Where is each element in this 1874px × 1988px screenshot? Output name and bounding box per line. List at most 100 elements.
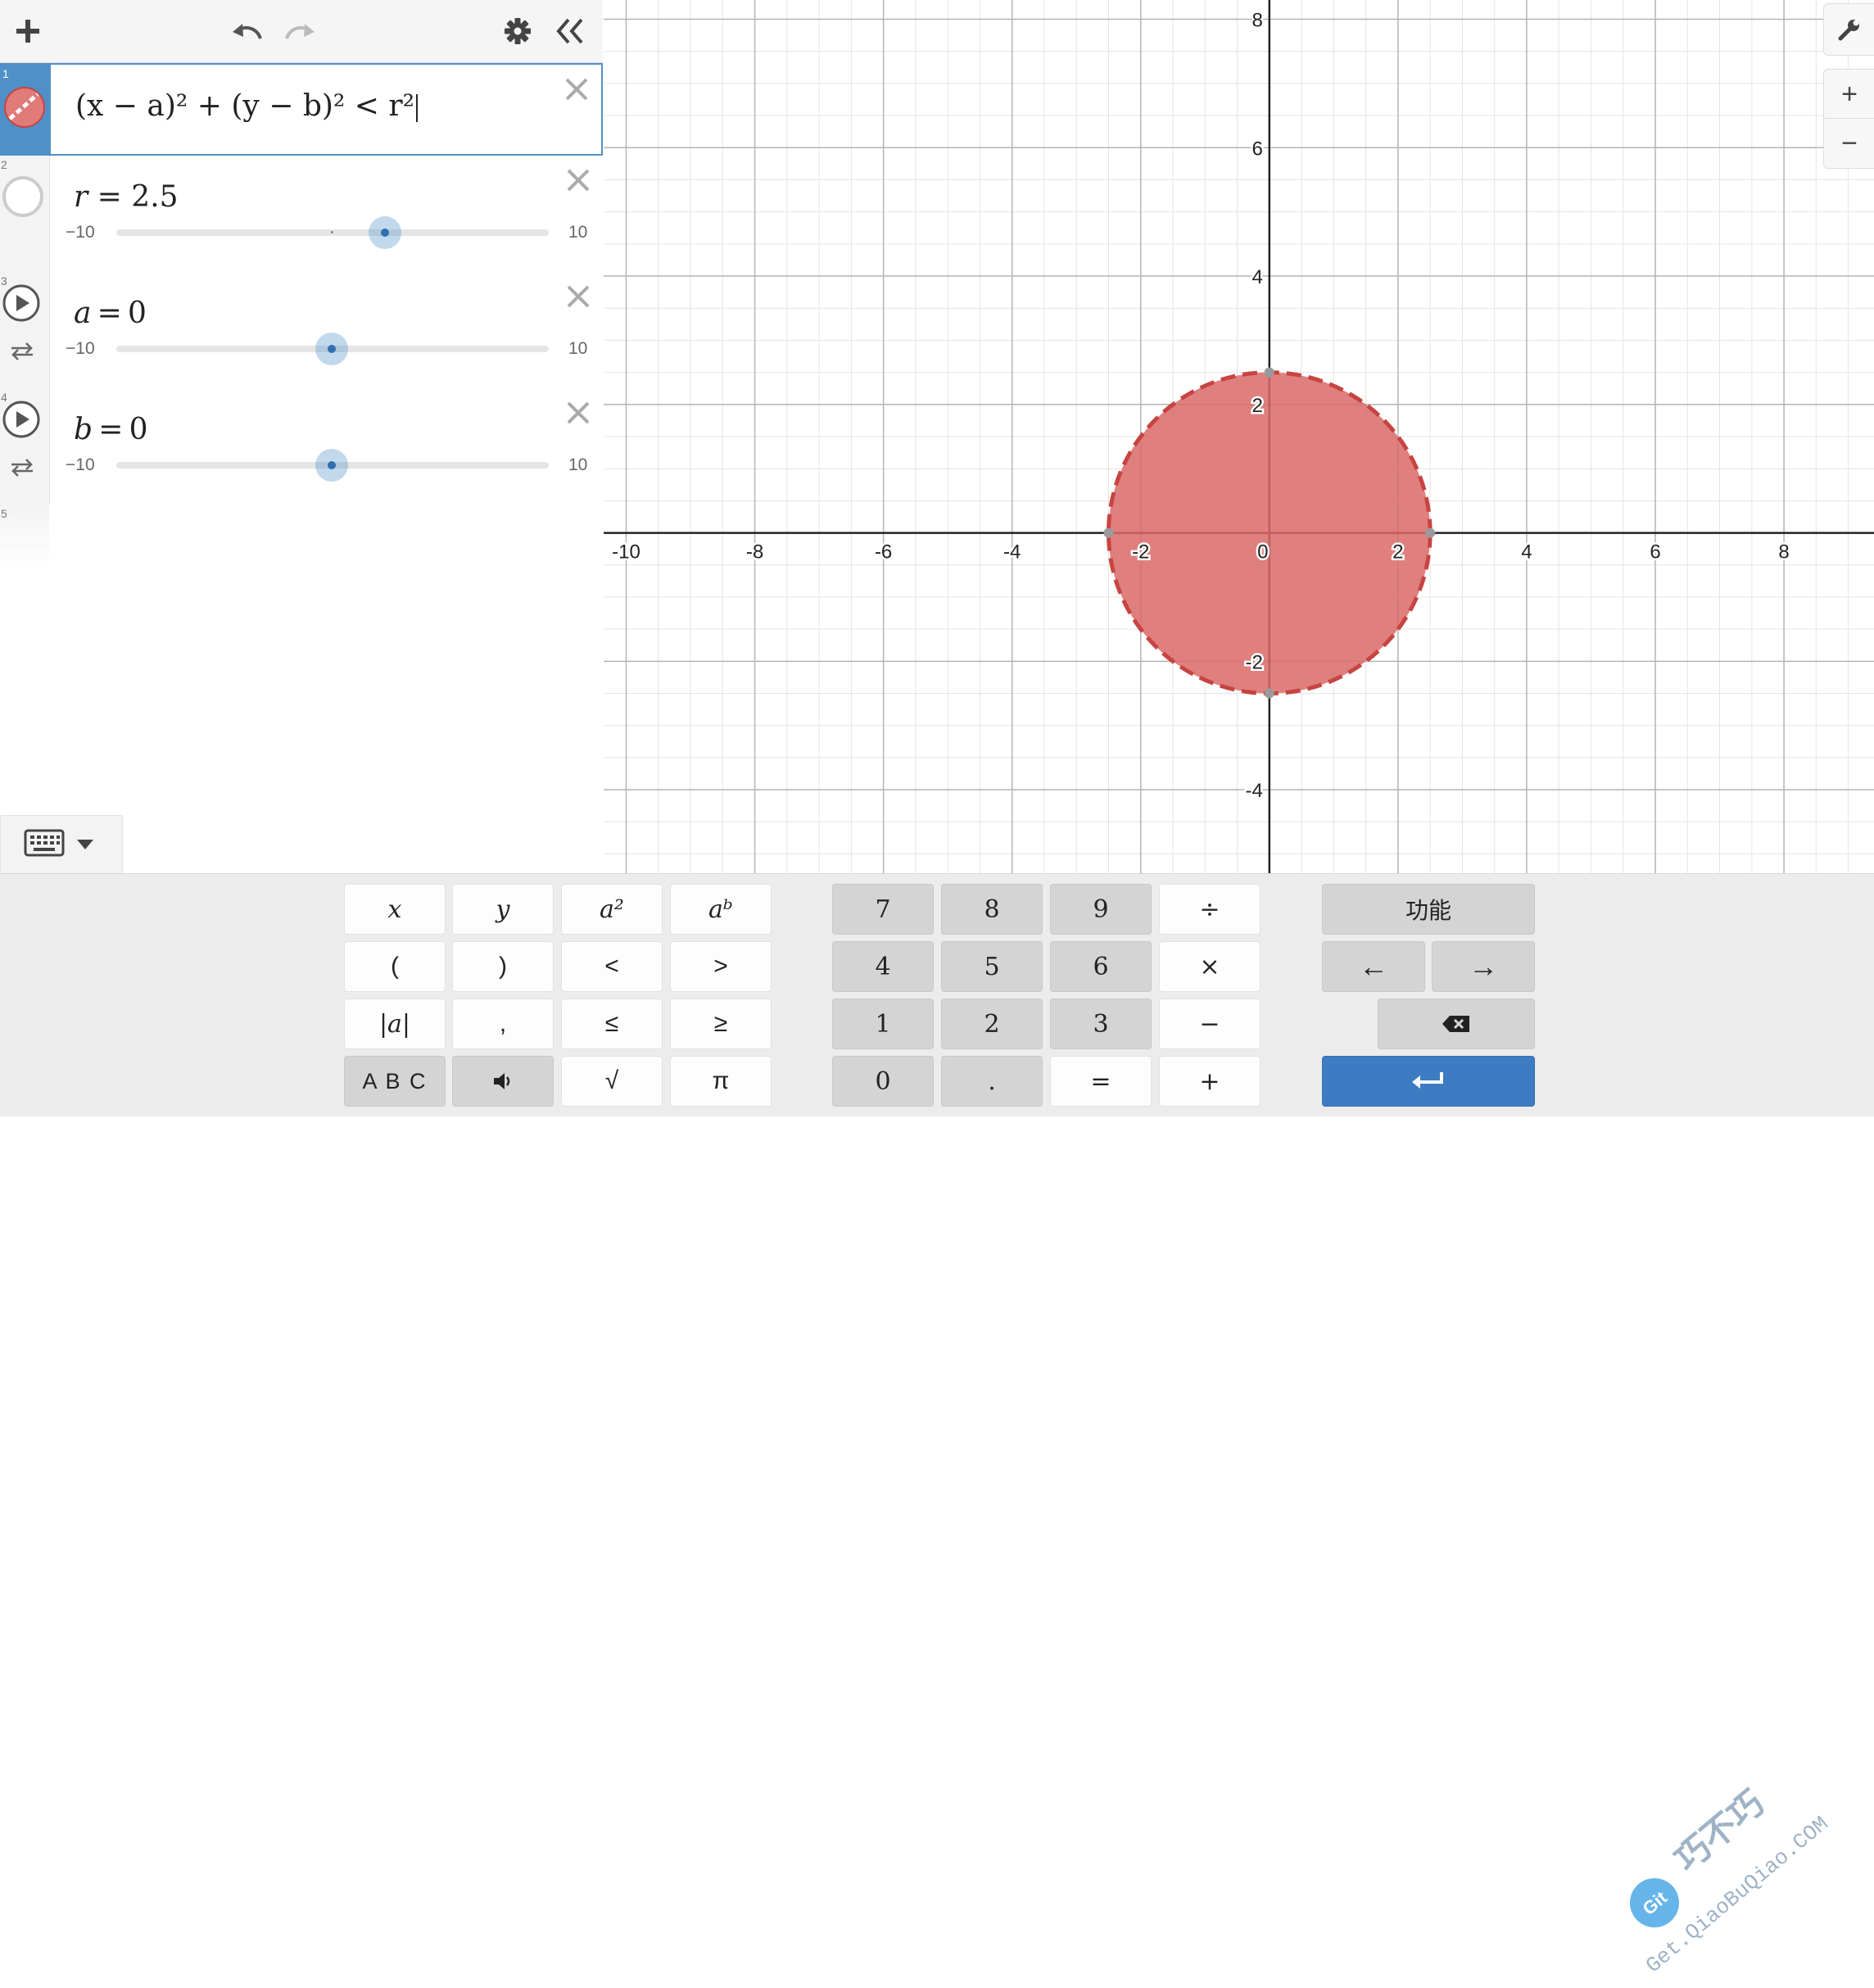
loop-icon[interactable] bbox=[8, 341, 36, 360]
delete-expression-icon[interactable] bbox=[562, 164, 595, 197]
x-tick-label: 2 bbox=[1392, 541, 1403, 564]
plotted-region[interactable] bbox=[1103, 367, 1436, 699]
key-1-3[interactable]: > bbox=[670, 941, 772, 992]
expression-gutter: 4 bbox=[0, 388, 50, 505]
key-num-0-1[interactable]: 8 bbox=[941, 884, 1043, 935]
slider-knob[interactable] bbox=[315, 449, 348, 482]
key-2-1[interactable]: , bbox=[452, 999, 554, 1049]
key-num-0-3[interactable]: ÷ bbox=[1159, 884, 1261, 935]
color-style-icon[interactable] bbox=[3, 86, 46, 129]
key-2-0[interactable]: |a| bbox=[344, 999, 446, 1049]
key-num-2-0[interactable]: 1 bbox=[832, 999, 934, 1049]
loop-icon[interactable] bbox=[8, 457, 36, 477]
key-0-2[interactable]: a² bbox=[561, 884, 663, 935]
slider-definition[interactable]: a = 0 bbox=[74, 297, 147, 330]
key-3-1[interactable] bbox=[452, 1056, 554, 1107]
key-1-1[interactable]: ) bbox=[452, 941, 554, 992]
functions-label: 功能 bbox=[1405, 898, 1451, 923]
collapse-panel-button[interactable] bbox=[550, 11, 590, 51]
equals-sign: = bbox=[98, 413, 124, 446]
key-num-3-3[interactable]: + bbox=[1159, 1056, 1261, 1107]
key-num-3-0[interactable]: 0 bbox=[832, 1056, 934, 1107]
key-3-0[interactable]: A B C bbox=[344, 1056, 446, 1107]
key-label: × bbox=[1199, 952, 1220, 981]
slider-value: 0 bbox=[129, 413, 148, 446]
settings-button[interactable] bbox=[498, 11, 537, 51]
key-1-2[interactable]: < bbox=[561, 941, 663, 992]
slider-min[interactable]: −10 bbox=[66, 223, 95, 242]
delete-expression-icon[interactable] bbox=[562, 280, 595, 313]
key-label: > bbox=[713, 953, 728, 980]
key-num-0-0[interactable]: 7 bbox=[832, 884, 934, 935]
key-3-3[interactable]: π bbox=[670, 1056, 772, 1107]
key-num-3-1[interactable]: . bbox=[941, 1056, 1043, 1107]
slider-max[interactable]: 10 bbox=[568, 339, 587, 359]
hidden-toggle-icon[interactable] bbox=[2, 175, 44, 218]
backspace-button[interactable] bbox=[1378, 999, 1535, 1049]
delete-expression-icon[interactable] bbox=[562, 396, 595, 429]
key-3-2[interactable]: √ bbox=[561, 1056, 663, 1107]
expression-row-1[interactable]: 1 (x − a)² + (y − b)² < r² bbox=[0, 63, 603, 156]
slider-definition[interactable]: b = 0 bbox=[74, 413, 148, 446]
slider-max[interactable]: 10 bbox=[568, 223, 587, 242]
key-label: y bbox=[496, 894, 510, 924]
intercept-point[interactable] bbox=[1425, 528, 1436, 538]
key-num-1-1[interactable]: 5 bbox=[941, 941, 1043, 992]
keyboard-icon bbox=[24, 829, 65, 857]
enter-button[interactable] bbox=[1322, 1056, 1535, 1107]
slider-max[interactable]: 10 bbox=[568, 455, 587, 475]
x-tick-label: 4 bbox=[1521, 541, 1532, 564]
expression-row-2[interactable]: 2 r = 2.5 −10 10 bbox=[0, 156, 603, 273]
key-2-2[interactable]: ≤ bbox=[561, 999, 663, 1049]
zoom-in-button[interactable]: + bbox=[1823, 69, 1874, 120]
slider-knob[interactable] bbox=[369, 216, 401, 249]
functions-button[interactable]: 功能 bbox=[1322, 884, 1535, 935]
slider-knob[interactable] bbox=[315, 333, 348, 365]
key-0-1[interactable]: y bbox=[452, 884, 554, 935]
play-icon[interactable] bbox=[2, 283, 41, 323]
key-num-3-2[interactable]: = bbox=[1050, 1056, 1152, 1107]
intercept-point[interactable] bbox=[1103, 528, 1114, 538]
intercept-point[interactable] bbox=[1264, 367, 1274, 378]
graph-canvas[interactable]: -10 -8 -6 -4 -2 0 2 4 6 8 8 6 4 2 -2 -4 bbox=[604, 0, 1874, 873]
redo-button[interactable] bbox=[280, 11, 319, 51]
cursor-right-button[interactable]: → bbox=[1432, 941, 1535, 992]
variable-name: a bbox=[74, 297, 92, 330]
expression-row-5[interactable]: 5 bbox=[0, 505, 603, 570]
zoom-out-button[interactable]: − bbox=[1823, 118, 1874, 169]
add-expression-button[interactable] bbox=[8, 11, 48, 51]
graph-settings-button[interactable] bbox=[1823, 3, 1874, 56]
key-label: ) bbox=[499, 953, 507, 980]
key-num-1-0[interactable]: 4 bbox=[832, 941, 934, 992]
gear-icon bbox=[505, 18, 531, 44]
key-num-1-3[interactable]: × bbox=[1159, 941, 1261, 992]
x-tick-label: 6 bbox=[1650, 541, 1660, 564]
key-num-2-3[interactable]: − bbox=[1159, 999, 1261, 1049]
key-label: ≤ bbox=[604, 1010, 619, 1037]
undo-button[interactable] bbox=[228, 11, 267, 51]
cursor-left-button[interactable]: ← bbox=[1322, 941, 1425, 992]
slider-definition[interactable]: r = 2.5 bbox=[74, 180, 179, 214]
y-tick-label: 6 bbox=[1252, 138, 1262, 160]
speaker-icon bbox=[492, 1072, 514, 1090]
x-tick-label: -6 bbox=[875, 541, 892, 564]
play-icon[interactable] bbox=[2, 400, 41, 439]
key-1-0[interactable]: ( bbox=[344, 941, 446, 992]
expression-row-3[interactable]: 3 a = 0 −10 10 bbox=[0, 272, 603, 389]
variable-name: b bbox=[74, 413, 93, 446]
key-num-2-2[interactable]: 3 bbox=[1050, 999, 1152, 1049]
key-0-0[interactable]: x bbox=[344, 884, 446, 935]
key-0-3[interactable]: aᵇ bbox=[670, 884, 772, 935]
key-num-0-2[interactable]: 9 bbox=[1050, 884, 1152, 935]
expression-index: 2 bbox=[1, 158, 7, 171]
slider-min[interactable]: −10 bbox=[66, 339, 95, 359]
delete-expression-icon[interactable] bbox=[560, 73, 593, 106]
key-2-3[interactable]: ≥ bbox=[670, 999, 772, 1049]
expression-input[interactable]: (x − a)² + (y − b)² < r² bbox=[75, 89, 419, 123]
intercept-point[interactable] bbox=[1264, 688, 1274, 699]
expression-row-4[interactable]: 4 b = 0 −10 10 bbox=[0, 388, 603, 505]
slider-min[interactable]: −10 bbox=[66, 455, 95, 475]
keyboard-toggle-button[interactable] bbox=[0, 815, 123, 873]
key-num-1-2[interactable]: 6 bbox=[1050, 941, 1152, 992]
key-num-2-1[interactable]: 2 bbox=[941, 999, 1043, 1049]
